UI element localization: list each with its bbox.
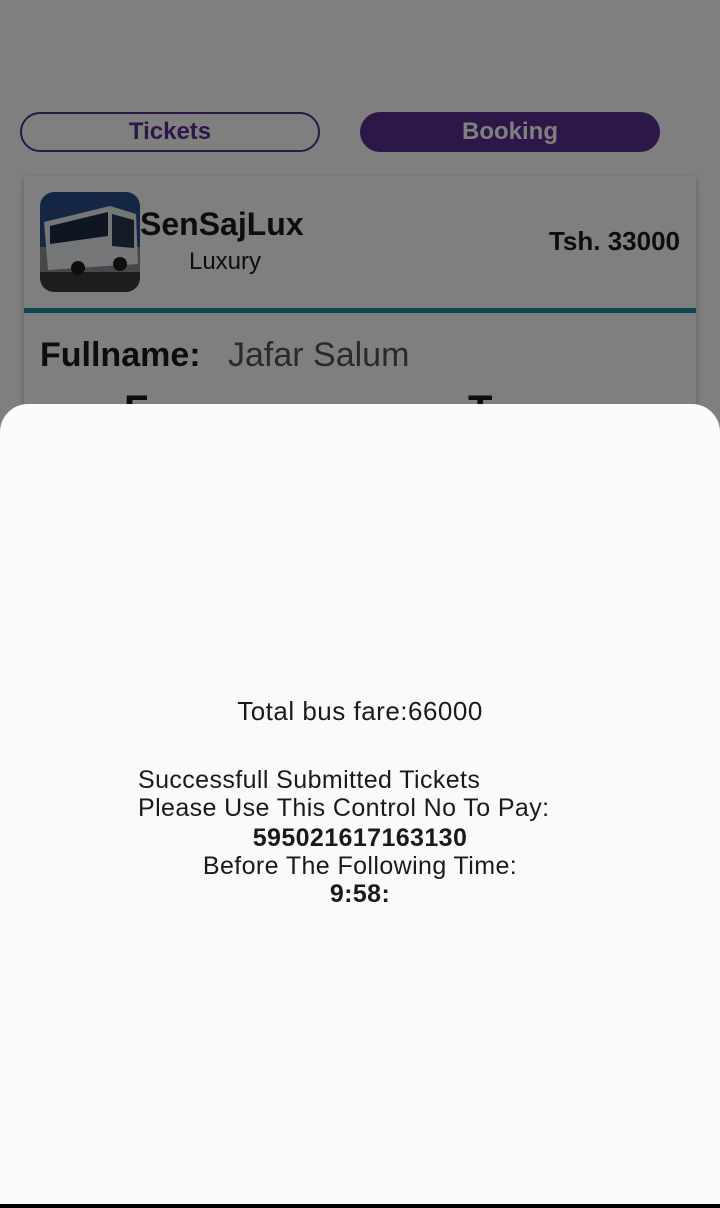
success-text: Successfull Submitted Tickets (138, 766, 481, 794)
deadline-time: 9:58: (329, 880, 391, 908)
control-number: 595021617163130 (252, 824, 468, 852)
system-nav-bar (0, 1204, 720, 1208)
deadline-label: Before The Following Time: (202, 852, 518, 880)
confirmation-message: Successfull Submitted Tickets Please Use… (138, 766, 588, 822)
bottom-sheet: Total bus fare:66000 Successfull Submitt… (0, 404, 720, 1204)
total-fare-text: Total bus fare:66000 (237, 696, 483, 726)
payment-instruction-text: Please Use This Control No To Pay: (138, 794, 550, 822)
booking-page: Tickets Booking SenSajLux Luxury Tsh. 33… (0, 0, 720, 1208)
